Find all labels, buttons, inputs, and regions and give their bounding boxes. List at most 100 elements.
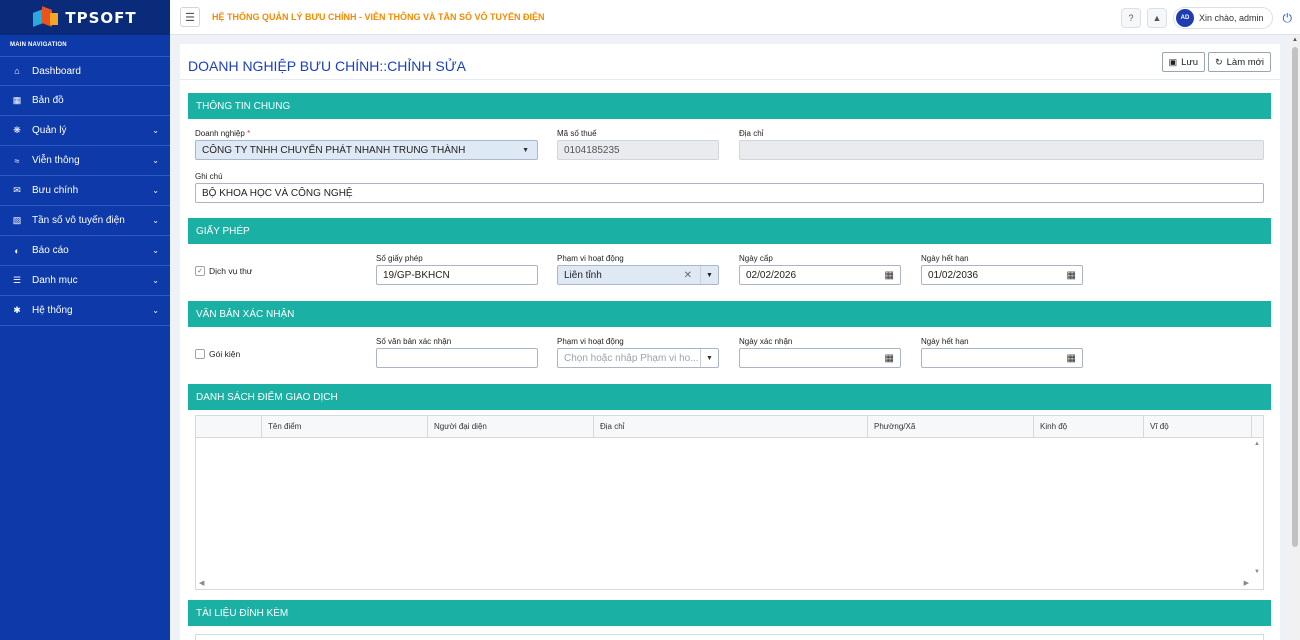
issue-date-label: Ngày cấp (739, 254, 773, 263)
grid-header-latitude[interactable]: Vĩ độ (1144, 416, 1252, 437)
grid-vertical-scrollbar[interactable]: ▲ ▼ (1252, 438, 1263, 589)
calendar-icon[interactable]: ▦ (885, 353, 894, 364)
enterprise-field: Doanh nghiệp * CÔNG TY TNHH CHUYỂN PHÁT … (195, 129, 538, 160)
hamburger-icon: ☰ (185, 11, 195, 24)
question-icon: ? (1128, 13, 1134, 23)
wifi-icon: ≈ (14, 155, 20, 166)
general-section: THÔNG TIN CHUNG (188, 93, 1271, 119)
sidebar-item-label: Danh mục (32, 275, 78, 286)
pie-chart-icon: ◐ (14, 245, 20, 256)
issue-date-input[interactable]: 02/02/2026 ▦ (739, 265, 901, 285)
grid-header-longitude[interactable]: Kinh độ (1034, 416, 1144, 437)
grid-header-address[interactable]: Địa chỉ (594, 416, 868, 437)
confirm-number-label: Số văn bản xác nhận (376, 337, 452, 346)
section-header: DANH SÁCH ĐIỂM GIAO DỊCH (188, 384, 1271, 410)
required-mark: * (247, 129, 251, 138)
attachments-panel (195, 634, 1264, 640)
nav-heading: MAIN NAVIGATION (10, 42, 67, 48)
refresh-icon: ↻ (1215, 56, 1223, 67)
page-scrollbar[interactable]: ▲ (1290, 35, 1300, 640)
sidebar-item-postal[interactable]: ✉ Bưu chính ⌄ (0, 176, 170, 206)
sidebar-item-dashboard[interactable]: ⌂ Dashboard (0, 56, 170, 86)
calendar-icon[interactable]: ▦ (1067, 353, 1076, 364)
address-field: Địa chỉ (739, 129, 1264, 160)
chevron-down-icon: ⌄ (152, 186, 159, 195)
mail-service-checkbox[interactable]: ✓ Dịch vụ thư (195, 266, 252, 276)
sidebar-item-map[interactable]: ▦ Bản đồ (0, 86, 170, 116)
license-number-input[interactable]: 19/GP-BKHCN (376, 265, 538, 285)
main-content: DOANH NGHIỆP BƯU CHÍNH::CHỈNH SỬA ▣ Lưu … (180, 44, 1280, 640)
confirm-number-field: Số văn bản xác nhận (376, 337, 538, 368)
page-actions: ▣ Lưu ↻ Làm mới (1161, 52, 1271, 72)
parcel-label: Gói kiện (209, 349, 241, 359)
confirm-expiry-label: Ngày hết hạn (921, 337, 969, 346)
chevron-down-icon: ⌄ (152, 126, 159, 135)
expiry-date-input[interactable]: 01/02/2036 ▦ (921, 265, 1083, 285)
arrow-left-icon[interactable]: ◀ (199, 579, 204, 587)
confirm-scope-select[interactable]: Chọn hoặc nhập Phạm vi ho... ▼ (557, 348, 719, 368)
bell-icon: ▲ (1152, 13, 1162, 23)
confirm-date-input[interactable]: ▦ (739, 348, 901, 368)
power-icon[interactable]: ⏻ (1283, 11, 1293, 26)
sidebar-item-system[interactable]: ✱ Hệ thống ⌄ (0, 296, 170, 326)
confirm-expiry-input[interactable]: ▦ (921, 348, 1083, 368)
arrow-down-icon[interactable]: ▼ (1254, 569, 1260, 575)
enterprise-value: CÔNG TY TNHH CHUYỂN PHÁT NHANH TRUNG THÀ… (202, 144, 466, 156)
brand[interactable]: TPSOFT (0, 0, 170, 35)
menu-toggle-button[interactable]: ☰ (180, 7, 200, 27)
expiry-date-field: Ngày hết hạn 01/02/2036 ▦ (921, 254, 1083, 285)
map-icon: ▦ (12, 95, 22, 105)
issue-date-value: 02/02/2026 (746, 269, 797, 281)
license-scope-select[interactable]: Liên tỉnh ✕ ▼ (557, 265, 719, 285)
help-button[interactable]: ? (1120, 8, 1141, 28)
sidebar-item-radio-frequency[interactable]: ▧ Tần số vô tuyến điện ⌄ (0, 206, 170, 236)
tpsoft-logo-icon (33, 5, 59, 28)
enterprise-select[interactable]: CÔNG TY TNHH CHUYỂN PHÁT NHANH TRUNG THÀ… (195, 140, 538, 160)
caret-down-icon[interactable]: ▼ (700, 266, 718, 284)
radio-icon: ▧ (12, 215, 22, 225)
grid-header-ward[interactable]: Phường/Xã (868, 416, 1034, 437)
arrow-right-icon[interactable]: ▶ (1244, 579, 1249, 587)
sidebar-item-reports[interactable]: ◐ Báo cáo ⌄ (0, 236, 170, 266)
license-scope-value: Liên tỉnh (564, 269, 602, 281)
calendar-icon[interactable]: ▦ (1067, 270, 1076, 281)
sidebar: TPSOFT MAIN NAVIGATION ⌂ Dashboard ▦ Bản… (0, 0, 170, 640)
grid-horizontal-scrollbar[interactable]: ◀ ▶ (196, 578, 1263, 589)
user-menu[interactable]: AD Xin chào, admin (1172, 7, 1273, 29)
calendar-icon[interactable]: ▦ (885, 270, 894, 281)
note-label: Ghi chú (195, 172, 223, 181)
confirm-number-input[interactable] (376, 348, 538, 368)
license-scope-label: Phạm vi hoạt động (557, 254, 624, 263)
brand-name: TPSOFT (65, 8, 137, 27)
scrollbar-thumb[interactable] (1292, 47, 1298, 547)
save-button[interactable]: ▣ Lưu (1161, 52, 1206, 72)
note-input[interactable]: BỘ KHOA HỌC VÀ CÔNG NGHỆ (195, 183, 1264, 203)
expiry-date-value: 01/02/2036 (928, 269, 979, 281)
confirm-scope-label: Phạm vi hoạt động (557, 337, 624, 346)
notifications-button[interactable]: ▲ (1146, 8, 1167, 28)
address-input[interactable] (739, 140, 1264, 160)
caret-down-icon[interactable]: ▼ (700, 349, 718, 367)
arrow-up-icon[interactable]: ▲ (1254, 441, 1260, 447)
grid-header-name[interactable]: Tên điểm (262, 416, 428, 437)
sidebar-item-label: Hệ thống (32, 305, 73, 316)
tax-code-field: Mã số thuế 0104185235 (557, 129, 719, 160)
confirm-date-label: Ngày xác nhận (739, 337, 793, 346)
tax-code-input[interactable]: 0104185235 (557, 140, 719, 160)
greeting: Xin chào, admin (1198, 13, 1264, 23)
sidebar-item-catalog[interactable]: ☰ Danh mục ⌄ (0, 266, 170, 296)
sidebar-item-label: Viễn thông (32, 155, 80, 166)
arrow-up-icon[interactable]: ▲ (1292, 37, 1298, 43)
chevron-down-icon: ⌄ (152, 276, 159, 285)
refresh-button[interactable]: ↻ Làm mới (1208, 52, 1271, 72)
confirm-date-field: Ngày xác nhận ▦ (739, 337, 901, 368)
sidebar-item-label: Tần số vô tuyến điện (32, 215, 125, 226)
sidebar-item-management[interactable]: ❋ Quản lý ⌄ (0, 116, 170, 146)
sidebar-item-telecom[interactable]: ≈ Viễn thông ⌄ (0, 146, 170, 176)
mail-service-label: Dịch vụ thư (209, 266, 253, 276)
sidebar-item-label: Báo cáo (32, 245, 69, 256)
grid-header-select[interactable] (196, 416, 262, 437)
parcel-checkbox[interactable]: Gói kiện (195, 349, 240, 359)
clear-icon[interactable]: ✕ (684, 270, 692, 281)
grid-header-representative[interactable]: Người đại diện (428, 416, 594, 437)
